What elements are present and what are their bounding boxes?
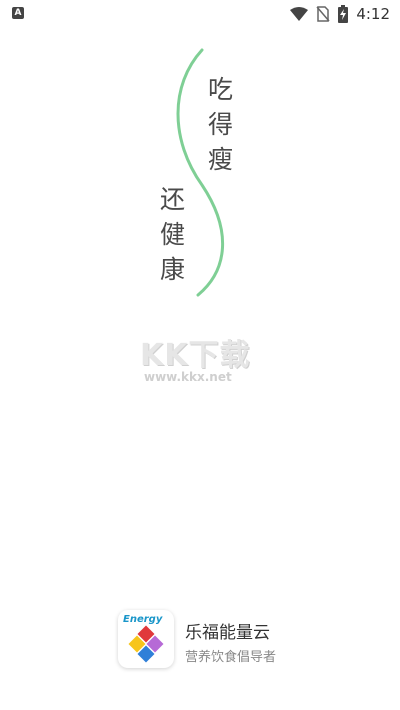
app-slogan: 营养饮食倡导者 xyxy=(185,650,277,665)
status-icons: 4:12 xyxy=(290,4,390,24)
wifi-icon xyxy=(290,7,309,21)
app-name: 乐福能量云 xyxy=(185,623,270,643)
slogan-char: 吃 xyxy=(208,75,234,104)
slogan-line-1: 吃 得 瘦 xyxy=(208,72,233,177)
slogan-char: 健 xyxy=(160,220,186,249)
watermark: KK下载 www.kkx.net xyxy=(130,330,270,390)
slogan-char: 得 xyxy=(208,110,234,139)
app-logo: Energy xyxy=(118,610,174,668)
status-bar: A 4:12 xyxy=(0,0,400,28)
diamond-logo-icon xyxy=(128,625,164,663)
green-wave-curve xyxy=(176,48,224,297)
slogan-char: 康 xyxy=(160,255,186,284)
no-sim-icon xyxy=(316,6,330,22)
watermark-url: www.kkx.net xyxy=(144,370,232,384)
brand-footer: Energy 乐福能量云 营养饮食倡导者 xyxy=(118,610,318,670)
watermark-title: KK下载 xyxy=(140,338,251,373)
clock: 4:12 xyxy=(356,5,390,23)
slogan-line-2: 还 健 康 xyxy=(160,182,185,287)
slogan-char: 还 xyxy=(160,185,186,214)
notification-a-icon: A xyxy=(12,7,24,19)
battery-charging-icon xyxy=(338,5,349,23)
slogan-char: 瘦 xyxy=(208,145,234,174)
